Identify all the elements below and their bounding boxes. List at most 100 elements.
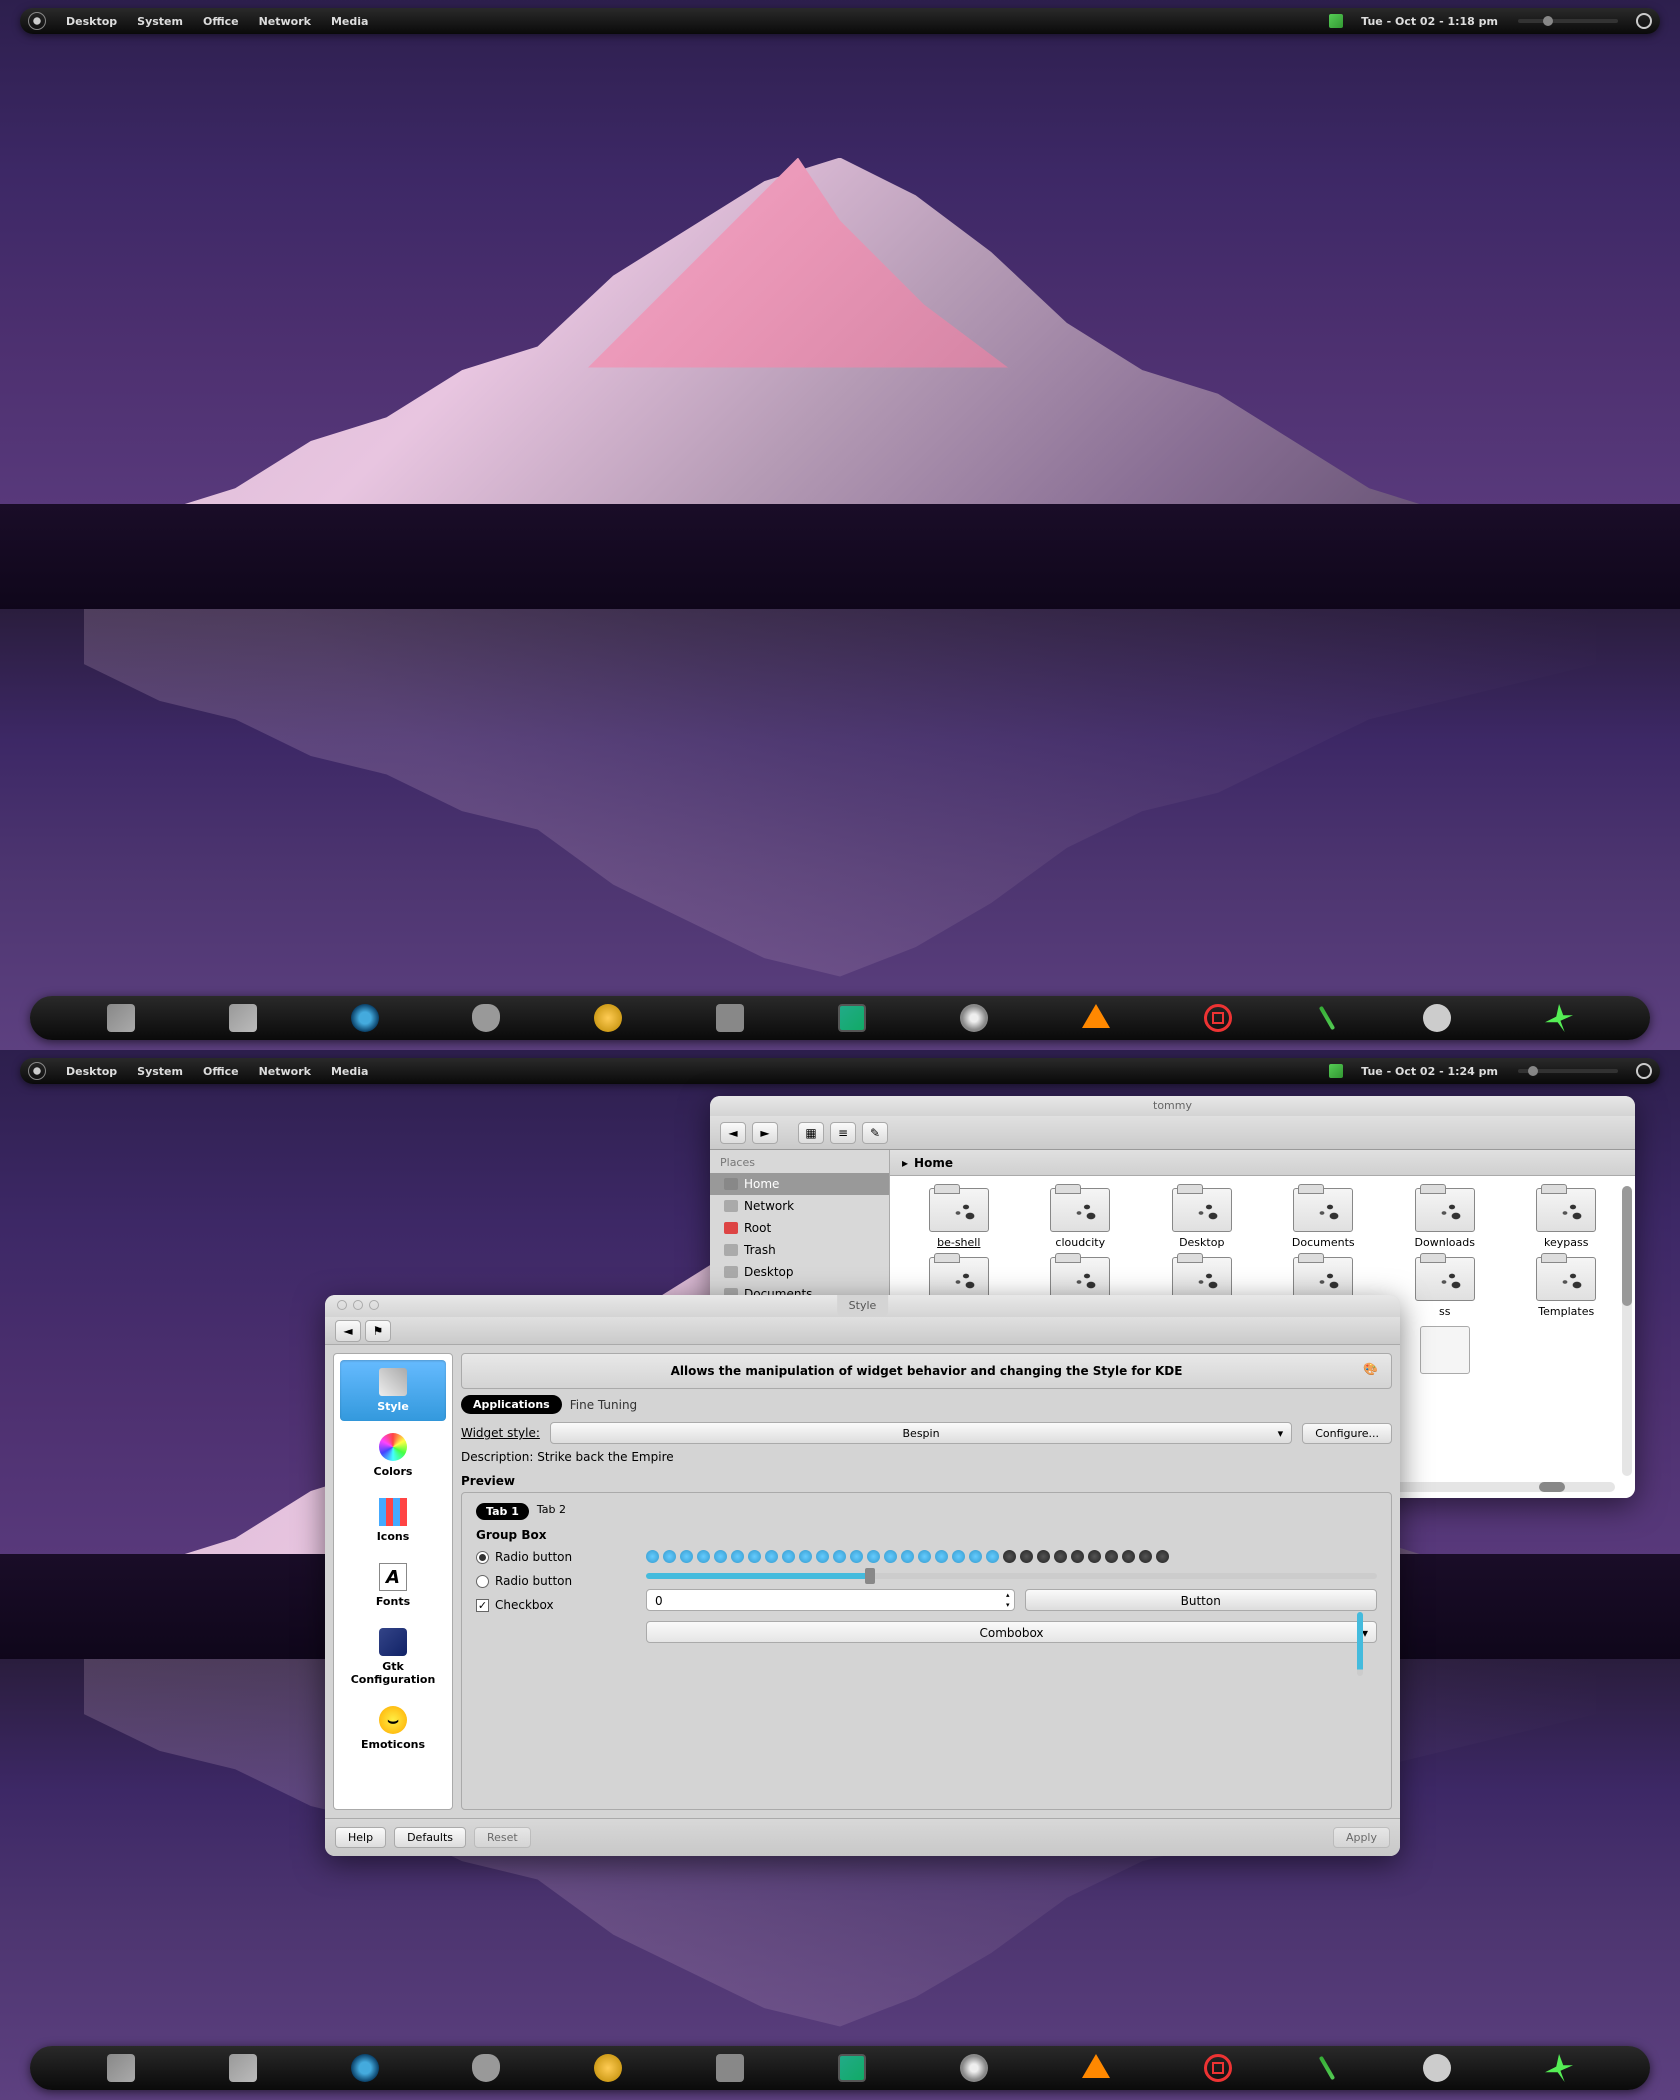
- apply-button[interactable]: Apply: [1333, 1827, 1390, 1848]
- sw-titlebar[interactable]: Style: [325, 1295, 1400, 1317]
- back-button[interactable]: ◄: [335, 1320, 361, 1342]
- breadcrumb[interactable]: ▸Home: [890, 1150, 1635, 1176]
- dock-stop-icon[interactable]: [1204, 1004, 1232, 1032]
- tray-icon[interactable]: [1329, 14, 1343, 28]
- place-trash[interactable]: Trash: [710, 1239, 889, 1261]
- tab-icons[interactable]: Icons: [340, 1490, 446, 1551]
- horizontal-slider[interactable]: [646, 1573, 1377, 1579]
- radio-1[interactable]: Radio button: [476, 1550, 626, 1564]
- reset-button[interactable]: Reset: [474, 1827, 531, 1848]
- configure-button[interactable]: Configure...: [1302, 1423, 1392, 1444]
- menu-desktop[interactable]: Desktop: [56, 1065, 127, 1078]
- spinbox[interactable]: 0: [646, 1589, 1015, 1611]
- folder-item[interactable]: ss: [1388, 1257, 1502, 1318]
- folder-item[interactable]: be-shell: [902, 1188, 1016, 1249]
- radio-2[interactable]: Radio button: [476, 1574, 626, 1588]
- dock-display-icon[interactable]: [838, 2054, 866, 2082]
- dock-files-icon[interactable]: [107, 1004, 135, 1032]
- dock-gimp-icon[interactable]: [716, 1004, 744, 1032]
- top-menubar: Desktop System Office Network Media Tue …: [20, 1058, 1660, 1084]
- tab-fonts[interactable]: Fonts: [340, 1555, 446, 1616]
- widget-style-select[interactable]: Bespin: [550, 1422, 1292, 1444]
- dock-settings-icon[interactable]: [1423, 2054, 1451, 2082]
- dock-monitor-icon[interactable]: [229, 1004, 257, 1032]
- checkbox[interactable]: ✓Checkbox: [476, 1598, 626, 1612]
- fm-titlebar[interactable]: tommy: [710, 1096, 1635, 1116]
- defaults-button[interactable]: Defaults: [394, 1827, 466, 1848]
- file-item[interactable]: [1388, 1326, 1502, 1378]
- vertical-scrollbar[interactable]: [1622, 1186, 1632, 1476]
- tab-emoticons[interactable]: Emoticons: [340, 1698, 446, 1759]
- maximize-button[interactable]: [369, 1300, 379, 1310]
- dock-media-icon[interactable]: [472, 1004, 500, 1032]
- dock-coin-icon[interactable]: [594, 1004, 622, 1032]
- dock-disc-icon[interactable]: [960, 2054, 988, 2082]
- dock-pen-icon[interactable]: [1319, 1006, 1335, 1031]
- menu-office[interactable]: Office: [193, 15, 249, 28]
- menu-media[interactable]: Media: [321, 15, 378, 28]
- tab-finetuning[interactable]: Fine Tuning: [570, 1398, 637, 1412]
- folder-item[interactable]: keypass: [1510, 1188, 1624, 1249]
- dock-stop-icon[interactable]: [1204, 2054, 1232, 2082]
- clock[interactable]: Tue - Oct 02 - 1:18 pm: [1351, 15, 1508, 28]
- help-button[interactable]: Help: [335, 1827, 386, 1848]
- logout-icon[interactable]: [1636, 13, 1652, 29]
- menu-desktop[interactable]: Desktop: [56, 15, 127, 28]
- volume-slider[interactable]: [1518, 1069, 1618, 1073]
- menu-office[interactable]: Office: [193, 1065, 249, 1078]
- dock-browser-icon[interactable]: [351, 2054, 379, 2082]
- preview-tab1[interactable]: Tab 1: [476, 1503, 529, 1520]
- dock-vlc-icon[interactable]: [1082, 2054, 1110, 2078]
- preview-button[interactable]: Button: [1025, 1589, 1378, 1611]
- menu-media[interactable]: Media: [321, 1065, 378, 1078]
- combobox[interactable]: Combobox: [646, 1621, 1377, 1643]
- folder-item[interactable]: Downloads: [1388, 1188, 1502, 1249]
- volume-slider[interactable]: [1518, 19, 1618, 23]
- menu-system[interactable]: System: [127, 1065, 193, 1078]
- close-button[interactable]: [337, 1300, 347, 1310]
- dock-power-icon[interactable]: [1545, 1004, 1573, 1032]
- dock-pen-icon[interactable]: [1319, 2056, 1335, 2081]
- dock-media-icon[interactable]: [472, 2054, 500, 2082]
- tab-colors[interactable]: Colors: [340, 1425, 446, 1486]
- dock-vlc-icon[interactable]: [1082, 1004, 1110, 1028]
- minimize-button[interactable]: [353, 1300, 363, 1310]
- icon-view-button[interactable]: ▦: [798, 1122, 824, 1144]
- folder-item[interactable]: Templates: [1510, 1257, 1624, 1318]
- dock-settings-icon[interactable]: [1423, 1004, 1451, 1032]
- tab-style[interactable]: Style: [340, 1360, 446, 1421]
- menu-network[interactable]: Network: [249, 15, 321, 28]
- menu-system[interactable]: System: [127, 15, 193, 28]
- clock[interactable]: Tue - Oct 02 - 1:24 pm: [1351, 1065, 1508, 1078]
- dock-display-icon[interactable]: [838, 1004, 866, 1032]
- place-network[interactable]: Network: [710, 1195, 889, 1217]
- launcher-icon[interactable]: [28, 12, 46, 30]
- preview-tab2[interactable]: Tab 2: [537, 1503, 566, 1520]
- tab-gtk[interactable]: Gtk Configuration: [340, 1620, 446, 1694]
- edit-button[interactable]: ✎: [862, 1122, 888, 1144]
- folder-item[interactable]: cloudcity: [1024, 1188, 1138, 1249]
- launcher-icon[interactable]: [28, 1062, 46, 1080]
- logout-icon[interactable]: [1636, 1063, 1652, 1079]
- dock-browser-icon[interactable]: [351, 1004, 379, 1032]
- tab-applications[interactable]: Applications: [461, 1395, 562, 1414]
- place-home[interactable]: Home: [710, 1173, 889, 1195]
- list-view-button[interactable]: ≡: [830, 1122, 856, 1144]
- dock-monitor-icon[interactable]: [229, 2054, 257, 2082]
- tool-button[interactable]: ⚑: [365, 1320, 391, 1342]
- dock-disc-icon[interactable]: [960, 1004, 988, 1032]
- place-desktop[interactable]: Desktop: [710, 1261, 889, 1283]
- folder-item[interactable]: Documents: [1267, 1188, 1381, 1249]
- back-button[interactable]: ◄: [720, 1122, 746, 1144]
- folder-item[interactable]: Desktop: [1145, 1188, 1259, 1249]
- settings-sidebar: Style Colors Icons Fonts Gtk Configurati…: [333, 1353, 453, 1810]
- dock-files-icon[interactable]: [107, 2054, 135, 2082]
- dock-gimp-icon[interactable]: [716, 2054, 744, 2082]
- place-root[interactable]: Root: [710, 1217, 889, 1239]
- vertical-slider[interactable]: [1357, 1612, 1363, 1676]
- menu-network[interactable]: Network: [249, 1065, 321, 1078]
- dock-power-icon[interactable]: [1545, 2054, 1573, 2082]
- tray-icon[interactable]: [1329, 1064, 1343, 1078]
- dock-coin-icon[interactable]: [594, 2054, 622, 2082]
- forward-button[interactable]: ►: [752, 1122, 778, 1144]
